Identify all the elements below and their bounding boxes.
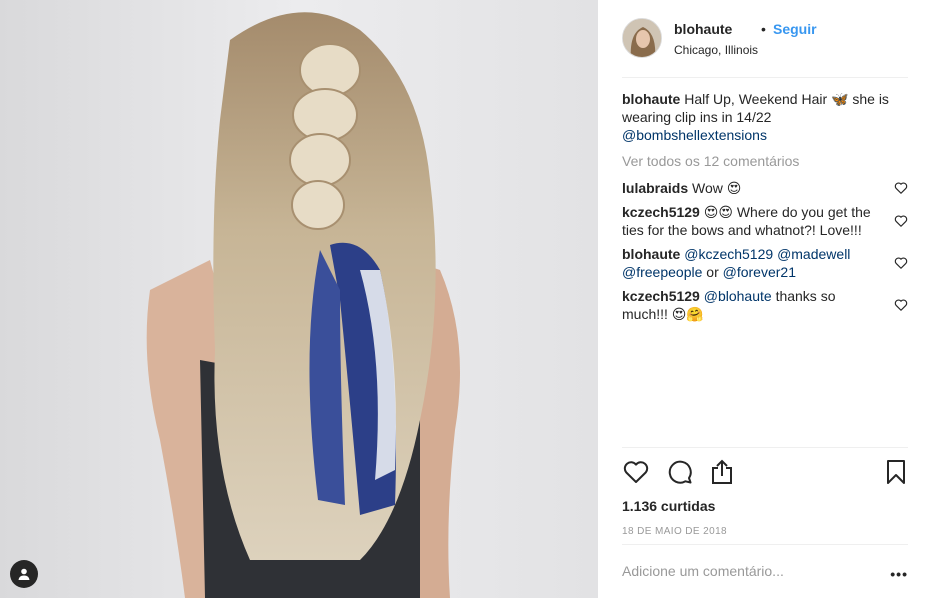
- comment-like-icon[interactable]: [894, 214, 908, 228]
- comment-like-icon[interactable]: [894, 181, 908, 195]
- comment-mention[interactable]: @blohaute: [704, 288, 772, 304]
- comment-item: kczech5129 @blohaute thanks so much!!! 😍…: [622, 287, 908, 323]
- caption: blohaute Half Up, Weekend Hair 🦋 she is …: [622, 90, 908, 144]
- likes-count[interactable]: 1.136 curtidas: [622, 498, 715, 514]
- comment-mention[interactable]: @madewell: [777, 246, 850, 262]
- location-link[interactable]: Chicago, Illinois: [674, 43, 758, 57]
- username-link[interactable]: blohaute: [674, 21, 732, 37]
- comment-like-icon[interactable]: [894, 298, 908, 312]
- divider: [622, 447, 908, 448]
- action-bar: [622, 458, 908, 488]
- comment-item: kczech5129 😍😍 Where do you get the ties …: [622, 203, 908, 239]
- post-side-panel: blohaute • Seguir Chicago, Illinois bloh…: [598, 0, 930, 598]
- comment-mention[interactable]: @freepeople: [622, 264, 702, 280]
- view-all-comments-button[interactable]: Ver todos os 12 comentários: [622, 152, 908, 170]
- comment-username[interactable]: lulabraids: [622, 180, 688, 196]
- bookmark-icon[interactable]: [882, 458, 910, 486]
- comment-username[interactable]: kczech5129: [622, 288, 700, 304]
- photo-illustration: [0, 0, 598, 598]
- comment-item: lulabraids Wow 😍: [622, 179, 908, 197]
- divider: [622, 77, 908, 78]
- comment-icon[interactable]: [666, 458, 694, 486]
- caption-username[interactable]: blohaute: [622, 91, 680, 107]
- follow-button[interactable]: Seguir: [773, 21, 817, 37]
- post-header: blohaute • Seguir Chicago, Illinois: [622, 18, 908, 78]
- comment-mention[interactable]: @kczech5129: [684, 246, 773, 262]
- comment-like-icon[interactable]: [894, 256, 908, 270]
- add-comment-input[interactable]: Adicione um comentário...: [622, 563, 872, 579]
- post-date: 18 DE MAIO DE 2018: [622, 526, 728, 537]
- tag-user-icon[interactable]: [10, 560, 38, 588]
- comment-username[interactable]: kczech5129: [622, 204, 700, 220]
- comments-section: blohaute Half Up, Weekend Hair 🦋 she is …: [622, 90, 908, 329]
- comment-mention[interactable]: @forever21: [723, 264, 796, 280]
- more-options-icon[interactable]: •••: [890, 566, 908, 582]
- like-icon[interactable]: [622, 458, 650, 486]
- avatar[interactable]: [622, 18, 662, 58]
- separator-dot: •: [761, 21, 766, 37]
- post-photo[interactable]: [0, 0, 598, 598]
- comment-text: or: [706, 264, 719, 280]
- caption-mention[interactable]: @bombshellextensions: [622, 127, 767, 143]
- comment-username[interactable]: blohaute: [622, 246, 680, 262]
- comment-text: Wow 😍: [692, 180, 742, 196]
- divider: [622, 544, 908, 545]
- share-icon[interactable]: [708, 458, 736, 486]
- comment-item: blohaute @kczech5129 @madewell @freepeop…: [622, 245, 908, 281]
